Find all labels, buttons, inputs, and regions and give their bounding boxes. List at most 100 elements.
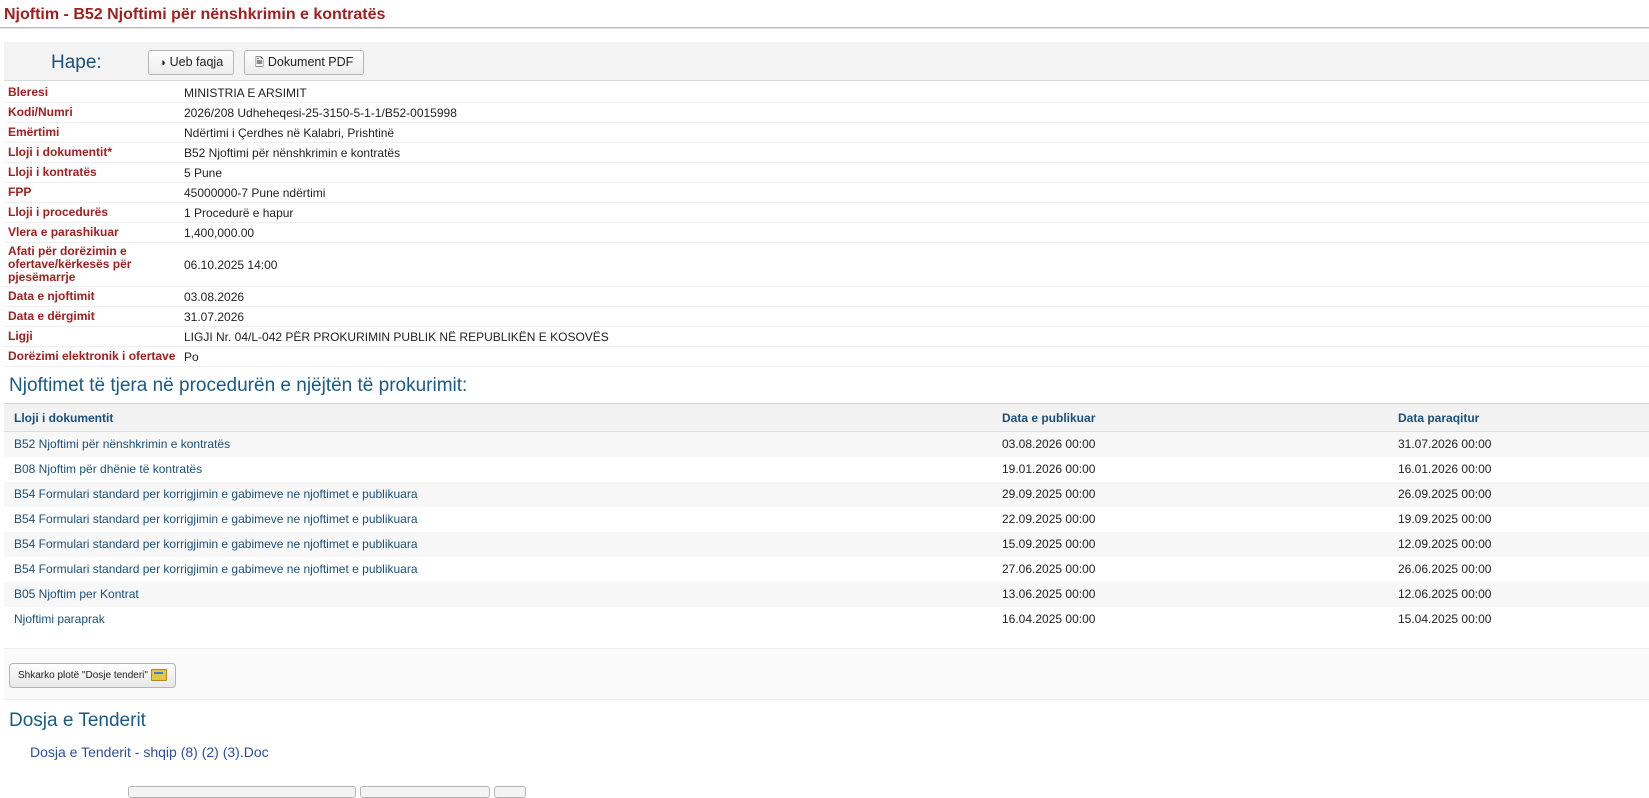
detail-row: Bleresi MINISTRIA E ARSIMIT xyxy=(4,83,1649,103)
detail-row: Afati për dorëzimin e ofertave/kërkesës … xyxy=(4,242,1649,287)
notice-published-date: 29.09.2025 00:00 xyxy=(992,482,1388,507)
table-row[interactable]: B54 Formulari standard per korrigjimin e… xyxy=(4,532,1649,557)
detail-label: Lloji i procedurës xyxy=(4,202,180,223)
detail-value: 5 Pune xyxy=(180,162,1649,183)
bottom-buttons-partial xyxy=(128,786,528,798)
partial-button[interactable] xyxy=(128,786,356,798)
folder-zip-icon xyxy=(150,669,167,682)
notice-submitted-date: 12.09.2025 00:00 xyxy=(1388,532,1649,557)
notice-document-link[interactable]: B08 Njoftim për dhënie të kontratës xyxy=(14,462,202,476)
notice-published-date: 22.09.2025 00:00 xyxy=(992,507,1388,532)
notice-published-date: 13.06.2025 00:00 xyxy=(992,582,1388,607)
notice-document-link[interactable]: B05 Njoftim per Kontrat xyxy=(14,587,139,601)
detail-value: 45000000-7 Pune ndërtimi xyxy=(180,182,1649,203)
detail-value: LIGJI Nr. 04/L-042 PËR PROKURIMIN PUBLIK… xyxy=(180,326,1649,347)
notice-submitted-date: 26.06.2025 00:00 xyxy=(1388,557,1649,582)
notice-document-cell: B54 Formulari standard per korrigjimin e… xyxy=(4,507,992,532)
detail-value: 1,400,000.00 xyxy=(180,222,1649,243)
notice-document-link[interactable]: B54 Formulari standard per korrigjimin e… xyxy=(14,512,418,526)
title-divider xyxy=(0,27,1649,28)
web-page-button-label: Ueb faqja xyxy=(169,55,224,69)
notice-details-table: Bleresi MINISTRIA E ARSIMIT Kodi/Numri 2026… xyxy=(4,83,1649,367)
detail-label: Lloji i kontratës xyxy=(4,162,180,183)
detail-label: Dorëzimi elektronik i ofertave xyxy=(4,346,180,367)
tender-dossier-file-link[interactable]: Dosja e Tenderit - shqip (8) (2) (3).Doc xyxy=(30,744,1649,760)
tender-dossier-title: Dosja e Tenderit xyxy=(9,710,146,731)
detail-value: Po xyxy=(180,346,1649,367)
column-header-published-date[interactable]: Data e publikuar xyxy=(992,403,1388,432)
notice-document-cell: B54 Formulari standard per korrigjimin e… xyxy=(4,532,992,557)
detail-label: Kodi/Numri xyxy=(4,102,180,123)
detail-row: Lloji i dokumentit* B52 Njoftimi për nëns… xyxy=(4,142,1649,163)
detail-value: 31.07.2026 xyxy=(180,306,1649,327)
notice-submitted-date: 15.04.2025 00:00 xyxy=(1388,607,1649,632)
table-row[interactable]: B08 Njoftim për dhënie të kontratës 19.01… xyxy=(4,457,1649,482)
column-header-document-type[interactable]: Lloji i dokumentit xyxy=(4,403,992,432)
detail-value: 03.08.2026 xyxy=(180,286,1649,307)
detail-row: Data e dërgimit 31.07.2026 xyxy=(4,306,1649,327)
detail-label: Ligji xyxy=(4,326,180,347)
detail-label: Emërtimi xyxy=(4,122,180,143)
notice-submitted-date: 12.06.2025 00:00 xyxy=(1388,582,1649,607)
globe-icon: ◑ xyxy=(159,57,166,69)
detail-value: Ndërtimi i Çerdhes në Kalabri, Prishtinë xyxy=(180,122,1649,143)
detail-row: Data e njoftimit 03.08.2026 xyxy=(4,286,1649,307)
detail-label: Afati për dorëzimin e ofertave/kërkesës … xyxy=(4,242,180,287)
detail-row: Dorëzimi elektronik i ofertave Po xyxy=(4,346,1649,367)
notice-document-cell: B54 Formulari standard per korrigjimin e… xyxy=(4,557,992,582)
partial-button[interactable] xyxy=(360,786,490,798)
notice-document-cell: B08 Njoftim për dhënie të kontratës xyxy=(4,457,992,482)
open-bar: Hape: ◑ Ueb faqja 🗎 Dokument PDF xyxy=(4,42,1649,81)
notice-document-link[interactable]: B54 Formulari standard per korrigjimin e… xyxy=(14,562,418,576)
detail-row: FPP 45000000-7 Pune ndërtimi xyxy=(4,182,1649,203)
table-row[interactable]: B05 Njoftim per Kontrat 13.06.2025 00:00 1… xyxy=(4,582,1649,607)
notice-document-link[interactable]: B54 Formulari standard per korrigjimin e… xyxy=(14,487,418,501)
download-bar: Shkarko plotë "Dosje tenderi" xyxy=(4,648,1649,700)
notice-published-date: 27.06.2025 00:00 xyxy=(992,557,1388,582)
notice-submitted-date: 31.07.2026 00:00 xyxy=(1388,431,1649,457)
notice-document-link[interactable]: B52 Njoftimi për nënshkrimin e kontratës xyxy=(14,437,230,451)
open-label: Hape: xyxy=(51,52,102,73)
notice-published-date: 15.09.2025 00:00 xyxy=(992,532,1388,557)
table-row[interactable]: B54 Formulari standard per korrigjimin e… xyxy=(4,507,1649,532)
table-row[interactable]: B54 Formulari standard per korrigjimin e… xyxy=(4,482,1649,507)
pdf-document-button-label: Dokument PDF xyxy=(267,55,354,69)
detail-value: 2026/208 Udheheqesi-25-3150-5-1-1/B52-00… xyxy=(180,102,1649,123)
column-header-submitted-date[interactable]: Data paraqitur xyxy=(1388,403,1649,432)
detail-label: FPP xyxy=(4,182,180,203)
detail-row: Ligji LIGJI Nr. 04/L-042 PËR PROKURIMIN P… xyxy=(4,326,1649,347)
notice-document-link[interactable]: B54 Formulari standard per korrigjimin e… xyxy=(14,537,418,551)
detail-value: B52 Njoftimi për nënshkrimin e kontratës xyxy=(180,142,1649,163)
partial-button[interactable] xyxy=(494,786,526,798)
table-row[interactable]: Njoftimi paraprak 16.04.2025 00:00 15.04.2… xyxy=(4,607,1649,632)
web-page-button[interactable]: ◑ Ueb faqja xyxy=(148,50,235,75)
pdf-file-icon: 🗎 xyxy=(255,57,264,69)
pdf-document-button[interactable]: 🗎 Dokument PDF xyxy=(244,50,365,75)
notice-document-cell: B52 Njoftimi për nënshkrimin e kontratës xyxy=(4,431,992,457)
notice-submitted-date: 26.09.2025 00:00 xyxy=(1388,482,1649,507)
notice-submitted-date: 16.01.2026 00:00 xyxy=(1388,457,1649,482)
page-title: Njoftim - B52 Njoftimi për nënshkrimin e… xyxy=(4,6,386,23)
other-notices-table: Lloji i dokumentit Data e publikuar Data… xyxy=(4,403,1649,632)
detail-value: 06.10.2025 14:00 xyxy=(180,242,1649,287)
detail-row: Kodi/Numri 2026/208 Udheheqesi-25-3150-5-… xyxy=(4,102,1649,123)
notice-document-cell: Njoftimi paraprak xyxy=(4,607,992,632)
notice-document-cell: B05 Njoftim per Kontrat xyxy=(4,582,992,607)
detail-label: Data e njoftimit xyxy=(4,286,180,307)
detail-row: Lloji i procedurës 1 Procedurë e hapur xyxy=(4,202,1649,223)
table-row[interactable]: B52 Njoftimi për nënshkrimin e kontratës… xyxy=(4,431,1649,457)
table-row[interactable]: B54 Formulari standard per korrigjimin e… xyxy=(4,557,1649,582)
notice-document-link[interactable]: Njoftimi paraprak xyxy=(14,612,105,626)
detail-row: Vlera e parashikuar 1,400,000.00 xyxy=(4,222,1649,243)
download-tender-dossier-label: Shkarko plotë "Dosje tenderi" xyxy=(18,670,148,681)
notice-document-cell: B54 Formulari standard per korrigjimin e… xyxy=(4,482,992,507)
notice-published-date: 19.01.2026 00:00 xyxy=(992,457,1388,482)
detail-label: Data e dërgimit xyxy=(4,306,180,327)
detail-row: Lloji i kontratës 5 Pune xyxy=(4,162,1649,183)
detail-label: Bleresi xyxy=(4,83,180,103)
notice-container: Hape: ◑ Ueb faqja 🗎 Dokument PDF Bleresi MI… xyxy=(4,42,1649,760)
notice-published-date: 03.08.2026 00:00 xyxy=(992,431,1388,457)
table-header-row: Lloji i dokumentit Data e publikuar Data… xyxy=(4,403,1649,432)
download-tender-dossier-button[interactable]: Shkarko plotë "Dosje tenderi" xyxy=(9,663,176,688)
detail-value: 1 Procedurë e hapur xyxy=(180,202,1649,223)
